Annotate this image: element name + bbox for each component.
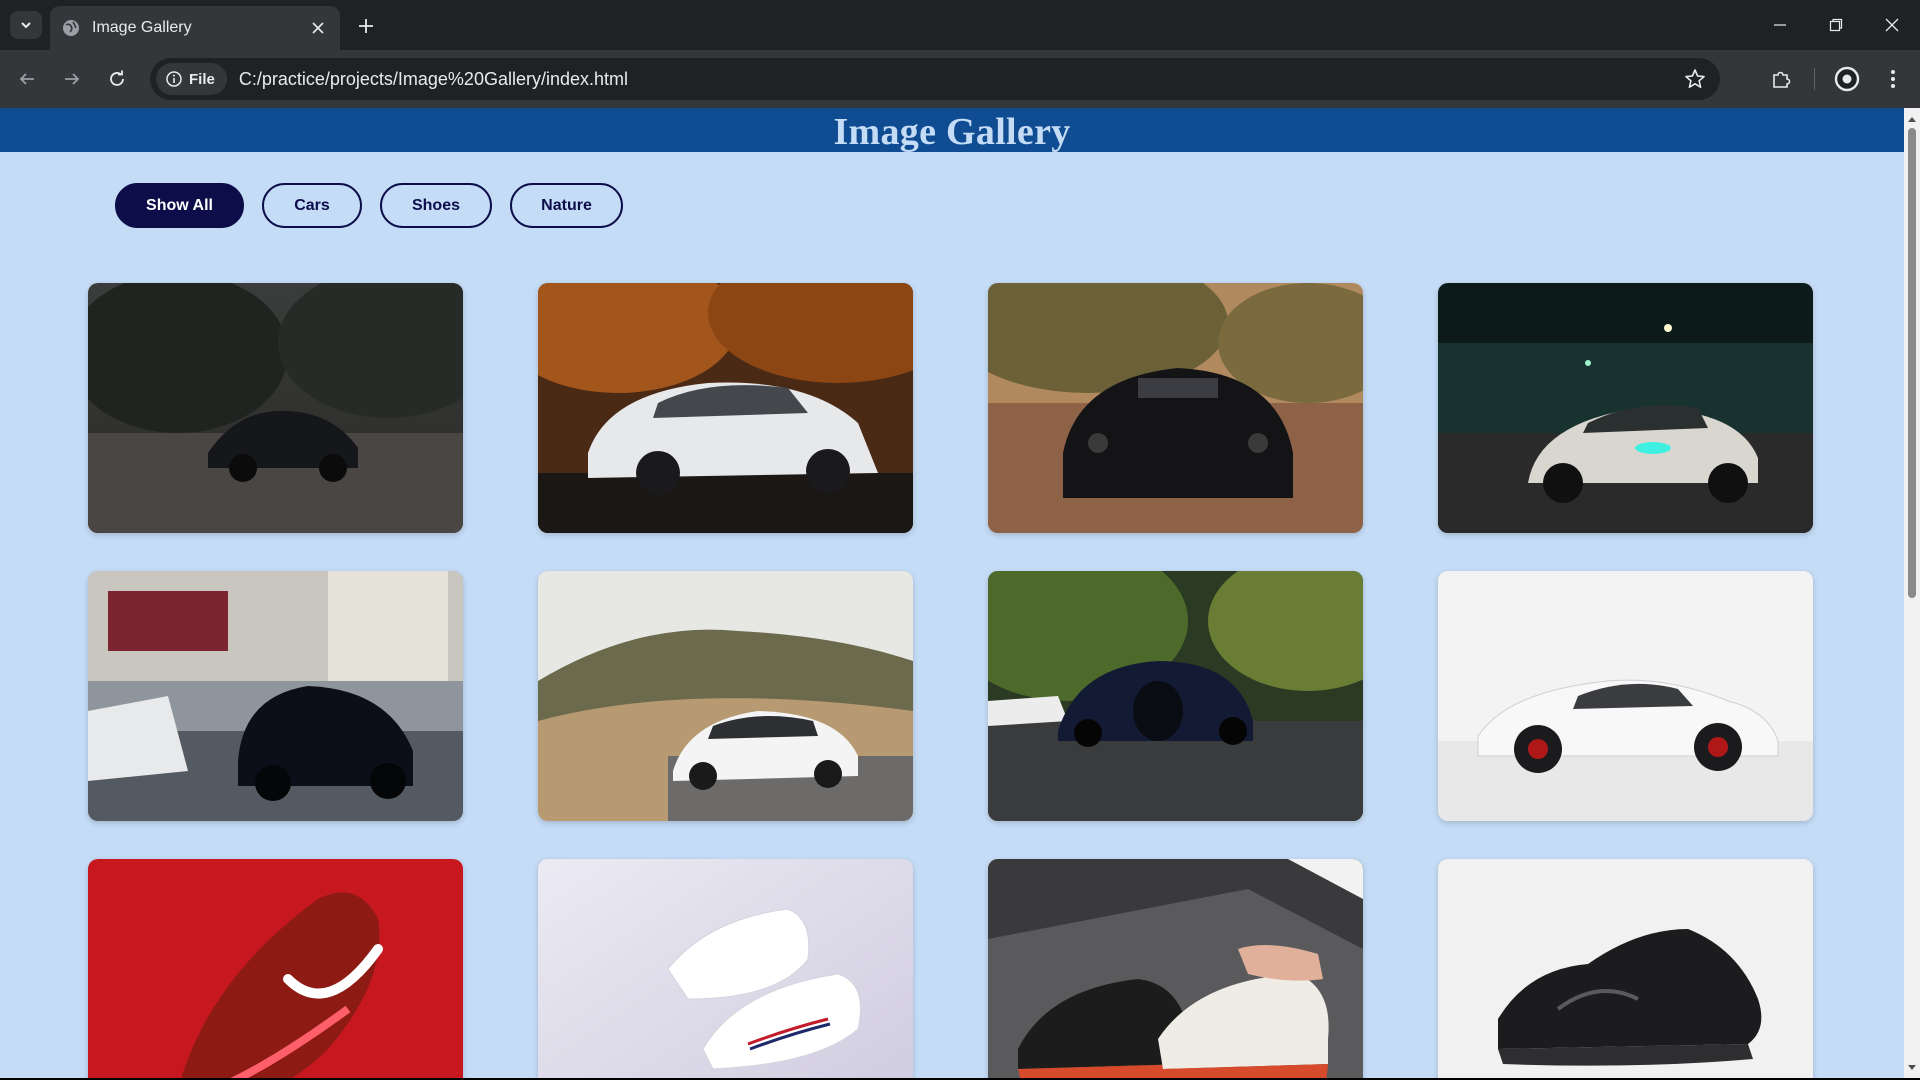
scroll-down-icon[interactable]	[1907, 1063, 1917, 1073]
gallery-image-car[interactable]	[538, 571, 913, 821]
filter-nature-button[interactable]: Nature	[510, 183, 623, 228]
browser-toolbar: File C:/practice/projects/Image%20Galler…	[0, 50, 1920, 108]
car-photo	[1438, 571, 1813, 821]
chevron-down-icon	[21, 22, 31, 29]
restore-button[interactable]	[1808, 0, 1864, 50]
gallery-image-shoe[interactable]	[1438, 859, 1813, 1078]
car-photo	[538, 283, 913, 533]
url-text[interactable]: C:/practice/projects/Image%20Gallery/ind…	[239, 69, 628, 90]
plus-icon	[359, 19, 373, 33]
car-photo	[1438, 283, 1813, 533]
image-gallery	[88, 283, 1813, 1078]
back-button[interactable]	[12, 64, 42, 94]
restore-icon	[1829, 18, 1843, 32]
gallery-image-car[interactable]	[88, 571, 463, 821]
toolbar-divider	[1814, 68, 1815, 90]
menu-button[interactable]	[1878, 64, 1908, 94]
car-photo	[988, 283, 1363, 533]
scroll-up-icon[interactable]	[1907, 114, 1917, 124]
filter-buttons: Show All Cars Shoes Nature	[115, 183, 623, 228]
shoe-photo	[538, 859, 913, 1078]
kebab-menu-icon	[1891, 70, 1895, 88]
tab-search-button[interactable]	[10, 11, 42, 39]
page-viewport: Image Gallery Show All Cars Shoes Nature	[0, 108, 1904, 1078]
info-icon	[166, 71, 182, 87]
tab-title: Image Gallery	[92, 19, 192, 36]
minimize-icon	[1774, 24, 1786, 26]
gallery-image-car[interactable]	[1438, 571, 1813, 821]
filter-show-all-button[interactable]: Show All	[115, 183, 244, 228]
scroll-thumb[interactable]	[1908, 128, 1916, 598]
gallery-image-shoe[interactable]	[988, 859, 1363, 1078]
gallery-image-shoe[interactable]	[88, 859, 463, 1078]
new-tab-button[interactable]	[352, 12, 380, 40]
shoe-photo	[88, 859, 463, 1078]
gallery-image-car[interactable]	[1438, 283, 1813, 533]
filter-cars-button[interactable]: Cars	[262, 183, 362, 228]
arrow-right-icon	[65, 73, 80, 85]
reload-button[interactable]	[102, 64, 132, 94]
gallery-image-car[interactable]	[988, 571, 1363, 821]
profile-button[interactable]	[1832, 64, 1862, 94]
minimize-button[interactable]	[1752, 0, 1808, 50]
extensions-button[interactable]	[1766, 64, 1796, 94]
close-icon	[1885, 18, 1899, 32]
arrow-left-icon	[19, 73, 34, 85]
puzzle-icon	[1773, 71, 1791, 88]
page-scrollbar[interactable]	[1904, 108, 1920, 1078]
profile-avatar-icon	[1834, 66, 1860, 92]
browser-titlebar: Image Gallery	[0, 0, 1920, 50]
site-info-chip[interactable]: File	[156, 63, 227, 95]
shoe-photo	[1438, 859, 1813, 1078]
globe-icon	[63, 20, 79, 36]
star-icon[interactable]	[1684, 68, 1706, 90]
browser-tab-active[interactable]: Image Gallery	[50, 6, 340, 50]
gallery-image-car[interactable]	[988, 283, 1363, 533]
car-photo	[988, 571, 1363, 821]
address-bar[interactable]: File C:/practice/projects/Image%20Galler…	[150, 58, 1720, 100]
car-photo	[88, 571, 463, 821]
gallery-image-car[interactable]	[538, 283, 913, 533]
car-photo	[88, 283, 463, 533]
page-header: Image Gallery	[0, 108, 1904, 153]
window-controls	[1752, 0, 1920, 50]
close-icon	[312, 22, 324, 34]
site-chip-label: File	[189, 70, 215, 88]
close-window-button[interactable]	[1864, 0, 1920, 50]
shoe-photo	[988, 859, 1363, 1078]
reload-icon	[110, 70, 124, 86]
page-title: Image Gallery	[833, 111, 1071, 153]
tab-close-button[interactable]	[308, 18, 328, 38]
filter-shoes-button[interactable]: Shoes	[380, 183, 492, 228]
gallery-image-car[interactable]	[88, 283, 463, 533]
forward-button[interactable]	[57, 64, 87, 94]
car-photo	[538, 571, 913, 821]
gallery-image-shoe[interactable]	[538, 859, 913, 1078]
